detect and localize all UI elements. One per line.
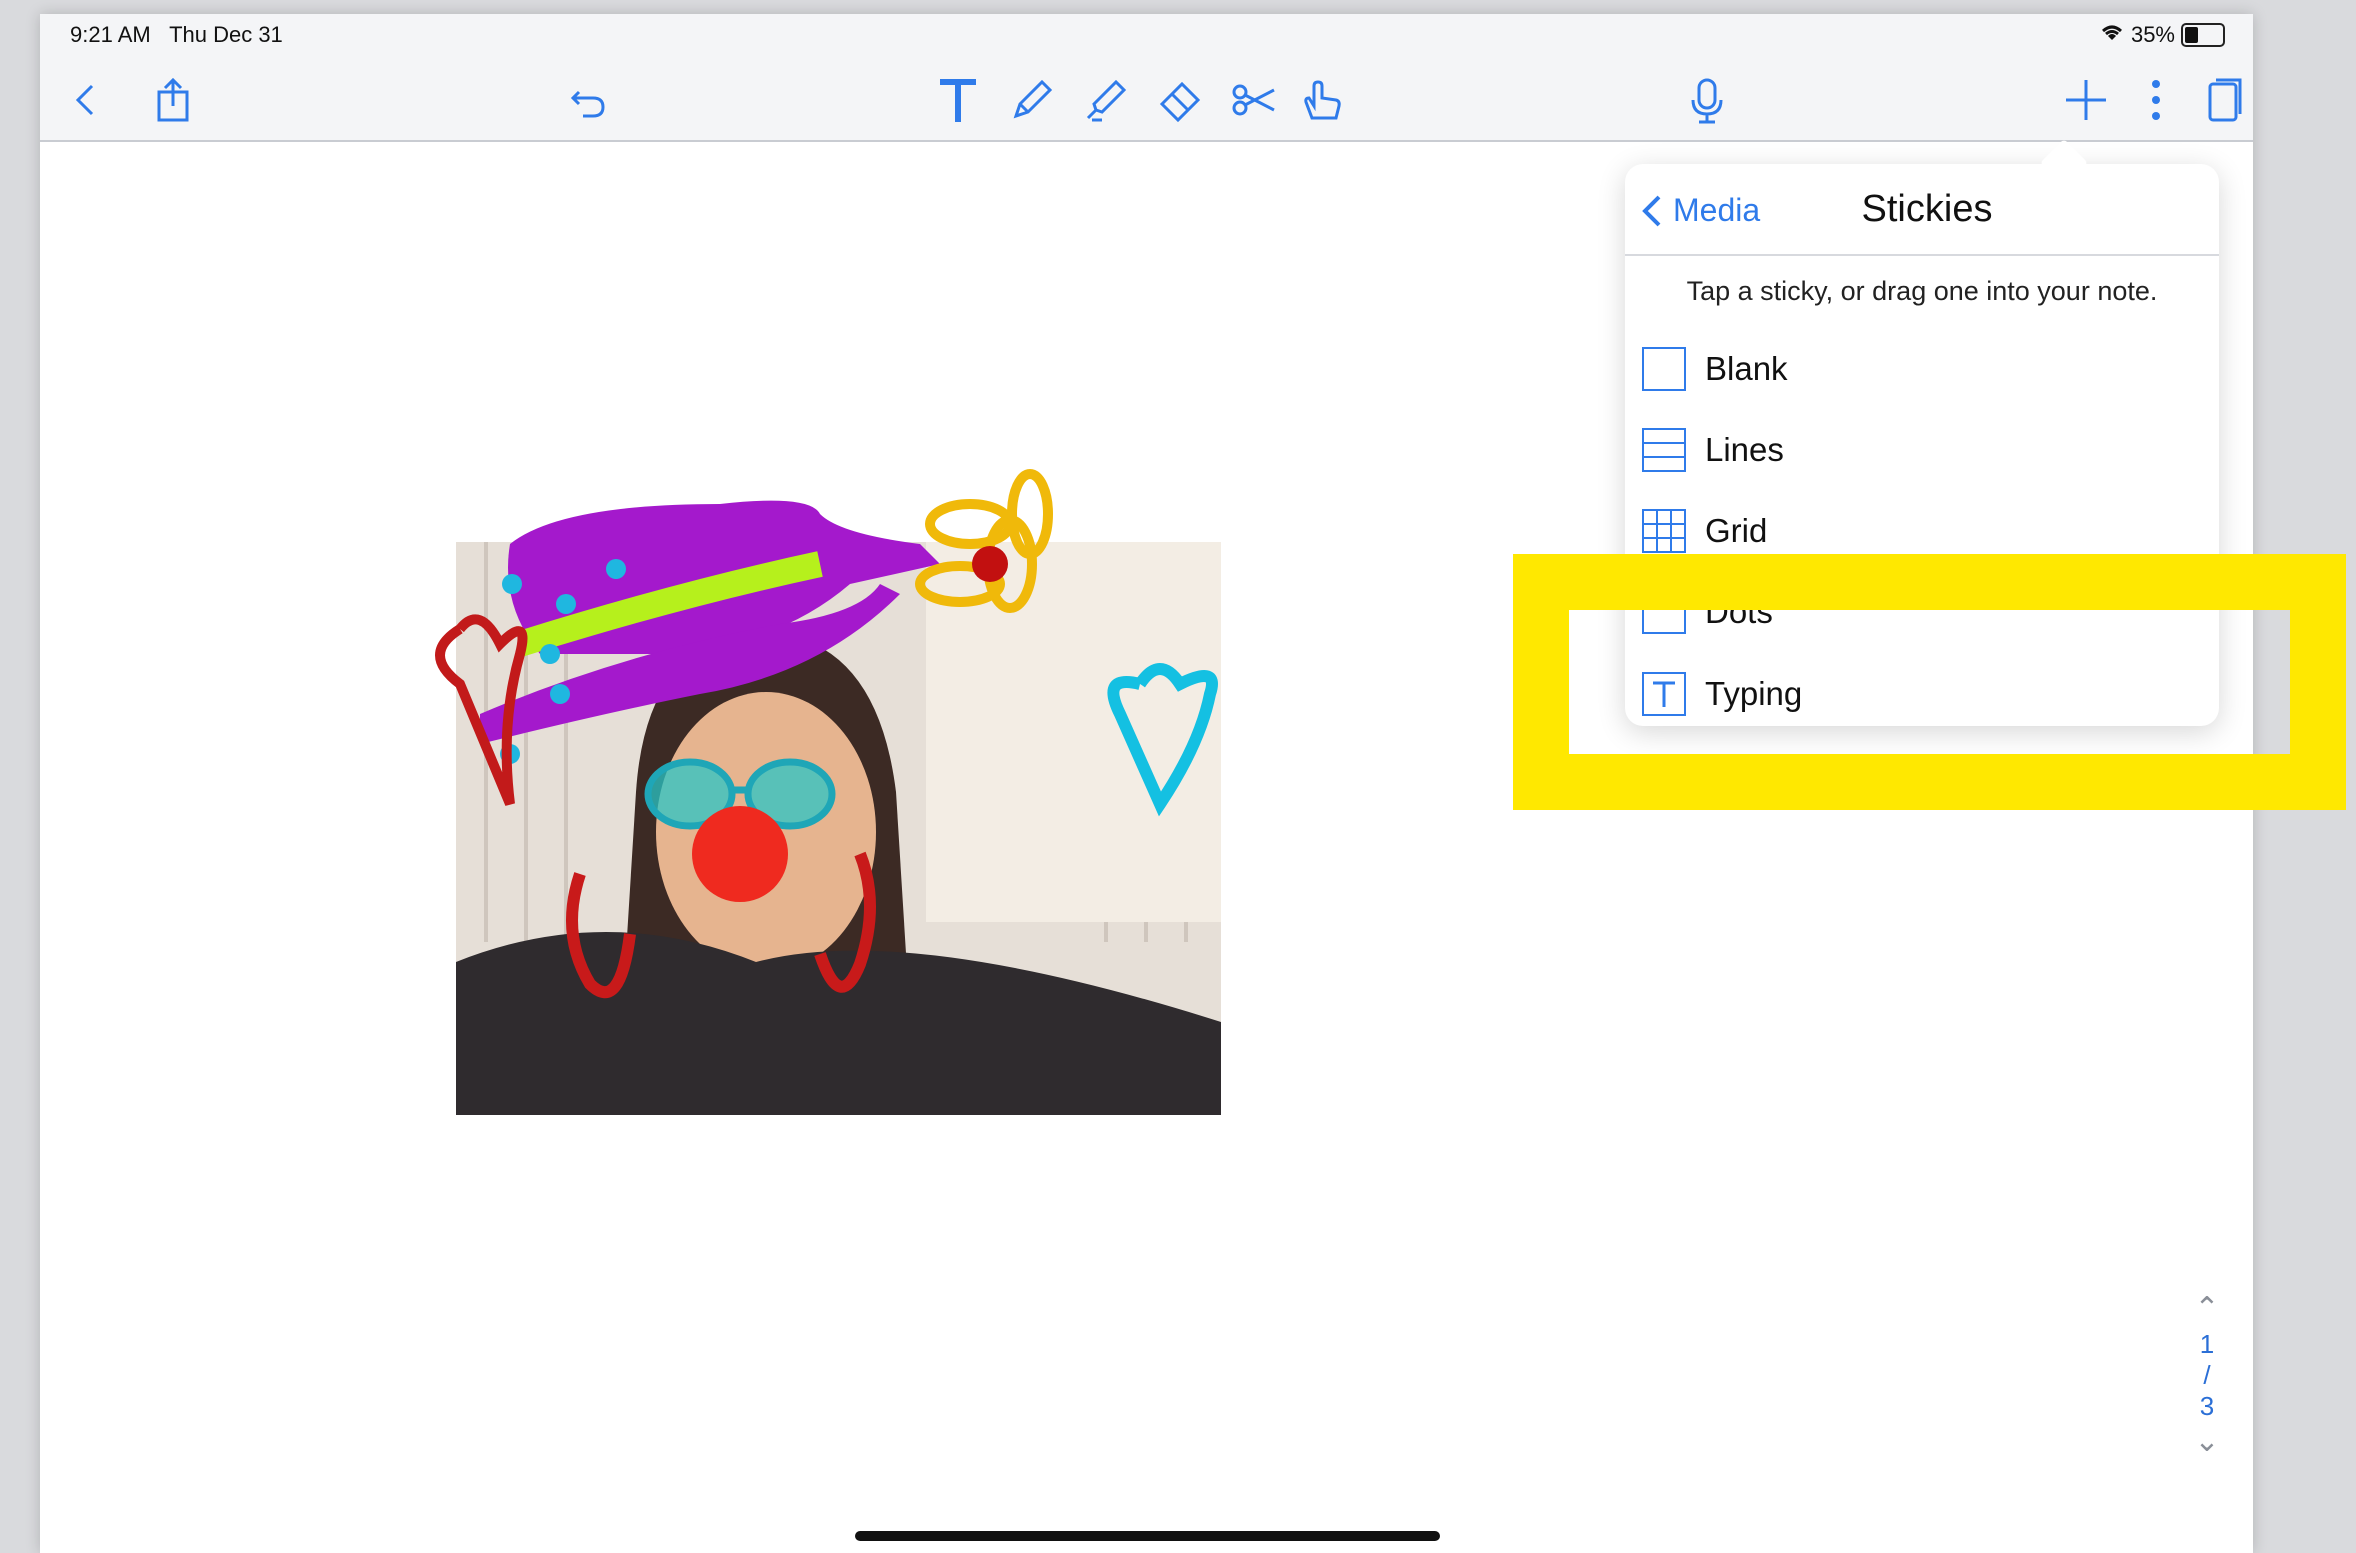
pages-icon[interactable] <box>2198 74 2250 126</box>
wifi-icon <box>2099 22 2125 48</box>
blank-sticky-icon <box>1642 347 1686 391</box>
home-indicator <box>855 1531 1440 1541</box>
status-time: 9:21 AM Thu Dec 31 <box>70 22 283 47</box>
page-current: 1 <box>2199 1329 2215 1359</box>
microphone-icon[interactable] <box>1681 74 1733 126</box>
back-chevron-icon[interactable] <box>60 74 112 126</box>
status-right: 35% <box>2099 22 2225 48</box>
grid-sticky-icon <box>1642 509 1686 553</box>
doodle-drawing[interactable] <box>420 454 1280 1124</box>
battery-icon <box>2181 23 2225 47</box>
page-down-icon[interactable]: ⌄ <box>2187 1422 2227 1462</box>
page-total: 3 <box>2199 1391 2215 1421</box>
popover-title: Stickies <box>1861 188 1993 230</box>
undo-icon[interactable] <box>563 74 615 126</box>
sticky-item-lines[interactable]: Lines <box>1641 420 1784 480</box>
battery-percent: 35% <box>2130 22 2175 47</box>
plus-icon[interactable] <box>2060 74 2112 126</box>
highlighter-tool-icon[interactable] <box>1080 74 1132 126</box>
scissors-tool-icon[interactable] <box>1228 74 1280 126</box>
text-tool-icon[interactable] <box>932 74 984 126</box>
eraser-tool-icon[interactable] <box>1154 74 1206 126</box>
page-separator: / <box>2203 1360 2211 1390</box>
popover-header: Media Stickies <box>1625 164 2219 256</box>
page-navigator: ⌃ 1 / 3 ⌄ <box>2187 1289 2227 1462</box>
hand-pointer-icon[interactable] <box>1296 74 1348 126</box>
yellow-highlight-annotation <box>1513 554 2346 810</box>
page-up-icon[interactable]: ⌃ <box>2187 1289 2227 1329</box>
share-icon[interactable] <box>147 74 199 126</box>
top-toolbar: 9:21 AM Thu Dec 31 35% <box>40 14 2253 142</box>
more-options-icon[interactable] <box>2130 74 2182 126</box>
pen-tool-icon[interactable] <box>1006 74 1058 126</box>
sticky-item-blank[interactable]: Blank <box>1641 339 1788 399</box>
lines-sticky-icon <box>1642 428 1686 472</box>
popover-hint: Tap a sticky, or drag one into your note… <box>1686 276 2158 306</box>
sticky-item-grid[interactable]: Grid <box>1641 501 1767 561</box>
